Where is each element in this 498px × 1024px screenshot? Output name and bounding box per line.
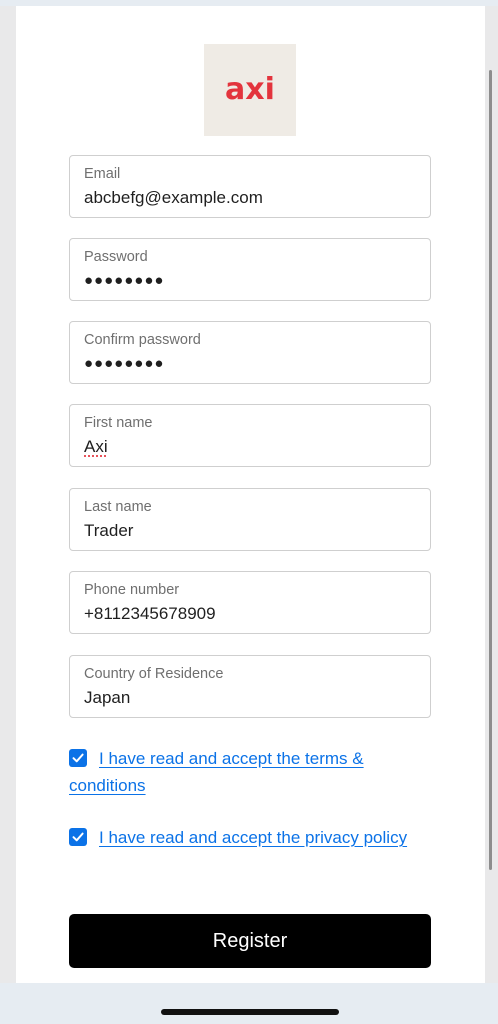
terms-check-row: I have read and accept the terms & condi… bbox=[69, 745, 439, 799]
first-name-value[interactable]: Axi bbox=[84, 437, 108, 457]
email-label: Email bbox=[84, 166, 121, 182]
password-label: Password bbox=[84, 249, 148, 265]
terms-checkbox[interactable] bbox=[69, 749, 87, 767]
country-field[interactable]: Country of Residence Japan bbox=[69, 655, 431, 718]
country-value[interactable]: Japan bbox=[84, 688, 130, 708]
phone-value[interactable]: +8112345678909 bbox=[84, 604, 216, 624]
logo: axi bbox=[204, 44, 296, 136]
first-name-field[interactable]: First name Axi bbox=[69, 404, 431, 467]
first-name-label: First name bbox=[84, 415, 153, 431]
password-value[interactable]: ●●●●●●●● bbox=[84, 272, 164, 289]
home-indicator[interactable] bbox=[161, 1009, 339, 1015]
last-name-label: Last name bbox=[84, 499, 152, 515]
checkmark-icon bbox=[72, 832, 84, 842]
terms-link[interactable]: I have read and accept the terms & condi… bbox=[69, 749, 364, 795]
confirm-password-label: Confirm password bbox=[84, 332, 201, 348]
register-button[interactable]: Register bbox=[69, 914, 431, 968]
email-value[interactable]: abcbefg@example.com bbox=[84, 188, 263, 208]
country-label: Country of Residence bbox=[84, 666, 224, 682]
logo-text: axi bbox=[225, 71, 275, 107]
password-field[interactable]: Password ●●●●●●●● bbox=[69, 238, 431, 301]
email-field[interactable]: Email abcbefg@example.com bbox=[69, 155, 431, 218]
confirm-password-value[interactable]: ●●●●●●●● bbox=[84, 355, 164, 372]
scrollbar[interactable] bbox=[489, 70, 492, 870]
confirm-password-field[interactable]: Confirm password ●●●●●●●● bbox=[69, 321, 431, 384]
privacy-check-row: I have read and accept the privacy polic… bbox=[69, 824, 439, 851]
bottom-bar bbox=[0, 983, 498, 1024]
privacy-link[interactable]: I have read and accept the privacy polic… bbox=[99, 828, 407, 847]
phone-label: Phone number bbox=[84, 582, 180, 598]
last-name-value[interactable]: Trader bbox=[84, 521, 133, 541]
phone-field[interactable]: Phone number +8112345678909 bbox=[69, 571, 431, 634]
privacy-checkbox[interactable] bbox=[69, 828, 87, 846]
last-name-field[interactable]: Last name Trader bbox=[69, 488, 431, 551]
checkmark-icon bbox=[72, 753, 84, 763]
